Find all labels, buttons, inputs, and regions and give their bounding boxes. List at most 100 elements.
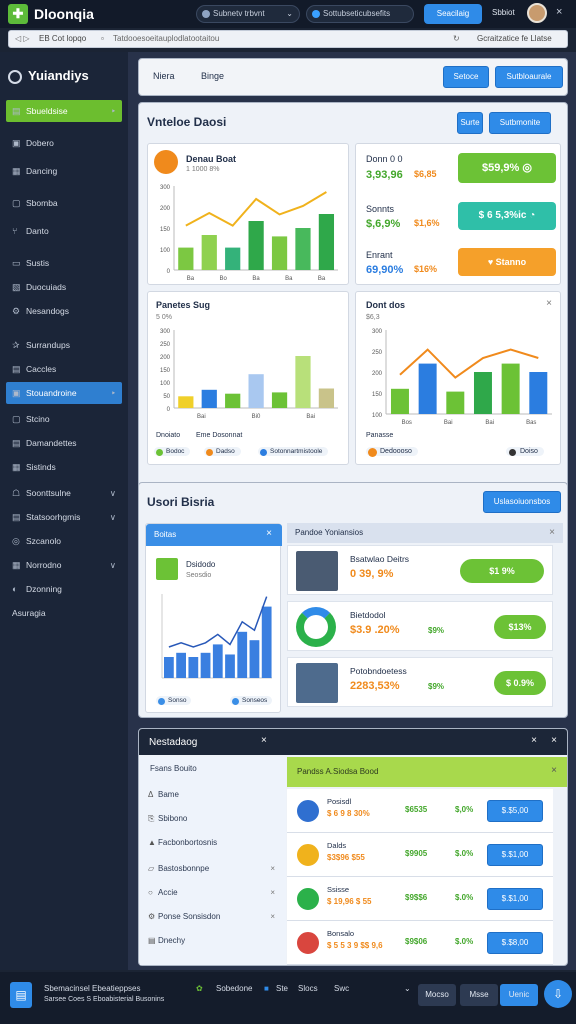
bottom-button-2[interactable]: Msse [460, 984, 498, 1006]
sidebar-item-10[interactable]: ▣ Stouandroine ‣ [6, 382, 122, 404]
notes-item-0[interactable]: Fsans Bouito [140, 757, 285, 781]
bottom-link-3[interactable]: Slocs [298, 984, 318, 993]
sidebar-item-19[interactable]: Asuragia [6, 602, 122, 624]
donut-chart-icon [296, 607, 336, 647]
bar [261, 606, 272, 678]
sidebar-item-8[interactable]: ✰ Surrandups [6, 334, 122, 356]
stat-1-pill[interactable]: $59,9% ◎ [458, 153, 556, 183]
address-bar[interactable]: ◁ ▷ EB Cot lopqo ▫ Tatdooesoeitauplodlat… [8, 30, 568, 48]
bar [446, 391, 465, 414]
y-tick-label: 150 [372, 392, 383, 398]
tab-binge[interactable]: Binge [201, 71, 224, 81]
download-icon[interactable]: ⇩ [544, 980, 572, 1008]
sidebar-item-11[interactable]: ▢ Stcino [6, 408, 122, 430]
user-row[interactable]: Potobndoetess 2283,53% $9% $ 0.9% [287, 657, 553, 707]
user-row-pill[interactable]: $1 9% [460, 559, 544, 583]
notes-item-6[interactable]: ⚙ Ponse Sonsisdon × [140, 905, 285, 929]
sidebar-item-4[interactable]: ⑂ Danto [6, 220, 122, 242]
user-row-pill[interactable]: $13% [494, 615, 546, 639]
x-tick-label: Ba [318, 276, 326, 282]
close-icon[interactable]: × [270, 905, 275, 929]
main-content: Niera Binge Setoce Sutbloaurale Vnteloe … [128, 52, 576, 970]
tab-selector-2[interactable]: Sottubseticubsefits [306, 5, 414, 23]
dashboard-button-1[interactable]: Surte [457, 112, 483, 134]
reload-icon[interactable]: ↻ [453, 31, 460, 47]
tab-niera[interactable]: Niera [153, 71, 175, 81]
note-row-button[interactable]: $.$5,00 [487, 800, 543, 822]
top-action-button[interactable]: Seacilaig [424, 4, 482, 24]
bottom-label-2: Sarsee Coes S Eboabisterial Busonins [44, 996, 165, 1003]
note-row[interactable]: Ssisse $ 19,96 $ 55 $9$$6 $.0% $.$1,00 [287, 877, 553, 921]
close-icon[interactable]: × [551, 765, 557, 776]
close-icon[interactable]: × [270, 857, 275, 881]
sidebar-item-14[interactable]: ☖ Soonttsulne ∨ [6, 482, 122, 504]
doc-icon[interactable]: ■ [264, 984, 269, 993]
sidebar-icon: ▤ [12, 364, 21, 374]
notes-item-icon: ⎘ [148, 814, 155, 823]
close-icon[interactable]: × [270, 881, 275, 905]
notes-item-5[interactable]: ○ Accie × [140, 881, 285, 905]
notes-item-1[interactable]: Δ Bame [140, 783, 285, 807]
close-icon[interactable]: × [546, 298, 552, 309]
close-icon[interactable]: × [261, 735, 267, 746]
stat-3-pill[interactable]: ♥ Stanno [458, 248, 556, 276]
note-row[interactable]: Dalds $3$96 $55 $9905 $.0% $.$1,00 [287, 833, 553, 877]
sidebar-item-7[interactable]: ⚙ Nesandogs [6, 300, 122, 322]
users-action-button[interactable]: Uslasoiuonsbos [483, 491, 561, 513]
note-row-button[interactable]: $.$1,00 [487, 844, 543, 866]
sidebar-item-label: Sbueldsise [26, 106, 68, 116]
bottom-link-2[interactable]: Ste [276, 984, 288, 993]
sidebar-item-17[interactable]: ▦ Norrodno ∨ [6, 554, 122, 576]
sidebar: Yuiandiys ▤ Sbueldsise ‣ ▣ Dobero ▦ Dancing ▢ Sb… [0, 52, 128, 970]
close-icon[interactable]: × [551, 735, 557, 746]
sidebar-item-12[interactable]: ▤ Damandettes [6, 432, 122, 454]
user-row-pill[interactable]: $ 0.9% [494, 671, 546, 695]
sidebar-item-3[interactable]: ▢ Sbomba [6, 192, 122, 214]
sidebar-item-6[interactable]: ▧ Duocuiads [6, 276, 122, 298]
sidebar-item-16[interactable]: ◎ Szcanolo [6, 530, 122, 552]
note-row[interactable]: Posisdl $ 6 9 8 30% $6535 $,0% $.$5,00 [287, 789, 553, 833]
notes-item-7[interactable]: ▤ Dnechy [140, 929, 285, 953]
y-tick-label: 150 [160, 368, 171, 374]
header-button-1[interactable]: Setoce [443, 66, 489, 88]
sidebar-item-18[interactable]: ◐ Dzonning [6, 578, 122, 600]
sidebar-item-2[interactable]: ▦ Dancing [6, 160, 122, 182]
note-row-button[interactable]: $.$1,00 [487, 888, 543, 910]
dashboard-button-2[interactable]: Sutbmonite [489, 112, 551, 134]
sidebar-icon: ▤ [12, 438, 21, 448]
y-tick-label: 300 [372, 329, 383, 335]
close-icon[interactable]: × [531, 735, 537, 746]
stat-2-value: $,6,9% [366, 218, 401, 230]
close-icon[interactable]: × [266, 528, 272, 539]
bottom-link-4[interactable]: Swc [334, 984, 349, 993]
note-row[interactable]: Bonsalo $ 5 5 3 9 $$ 9,6 $9$06 $.0% $.$8,00 [287, 921, 553, 965]
sidebar-item-13[interactable]: ▦ Sistinds [6, 456, 122, 478]
header-button-2[interactable]: Sutbloaurale [495, 66, 563, 88]
url-text[interactable]: Tatdooesoeitauplodlatootaitou [113, 31, 219, 47]
notes-item-4[interactable]: ▱ Bastosbonnpe × [140, 857, 285, 881]
sidebar-item-15[interactable]: ▤ Statsoorhgmis ∨ [6, 506, 122, 528]
tab-selector-1[interactable]: Subnetv trbvnt ⌄ [196, 5, 300, 23]
user-row[interactable]: Bietdodol $3.9 .20% $9% $13% [287, 601, 553, 651]
sidebar-item-1[interactable]: ▣ Dobero [6, 132, 122, 154]
leaf-icon[interactable]: ✿ [196, 984, 203, 993]
close-icon[interactable]: × [556, 6, 562, 18]
sidebar-item-5[interactable]: ▭ Sustis [6, 252, 122, 274]
file-icon[interactable]: ▤ [10, 982, 32, 1008]
notes-item-3[interactable]: ▲ Facbonbortosnis [140, 831, 285, 855]
sidebar-item-9[interactable]: ▤ Caccles [6, 358, 122, 380]
chart-3-subtitle: $6,3 [366, 314, 380, 321]
notes-item-2[interactable]: ⎘ Sbibono [140, 807, 285, 831]
note-row-button[interactable]: $.$8,00 [487, 932, 543, 954]
bottom-button-1[interactable]: Mocso [418, 984, 456, 1006]
bottom-button-3[interactable]: Uenic [500, 984, 538, 1006]
user-row[interactable]: Bsatwlao Deitrs 0 39, 9% $1 9% [287, 545, 553, 595]
sidebar-item-0[interactable]: ▤ Sbueldsise ‣ [6, 100, 122, 122]
user-avatar[interactable] [527, 3, 547, 23]
bar [501, 363, 520, 414]
bottom-link-1[interactable]: Sobedone [216, 984, 252, 993]
nav-arrows-icon[interactable]: ◁ ▷ [15, 31, 30, 47]
stat-2-pill[interactable]: $ 6 5,3%ic ◔ [458, 202, 556, 230]
close-icon[interactable]: × [549, 527, 555, 538]
chevron-down-icon[interactable]: ⌄ [404, 984, 411, 993]
